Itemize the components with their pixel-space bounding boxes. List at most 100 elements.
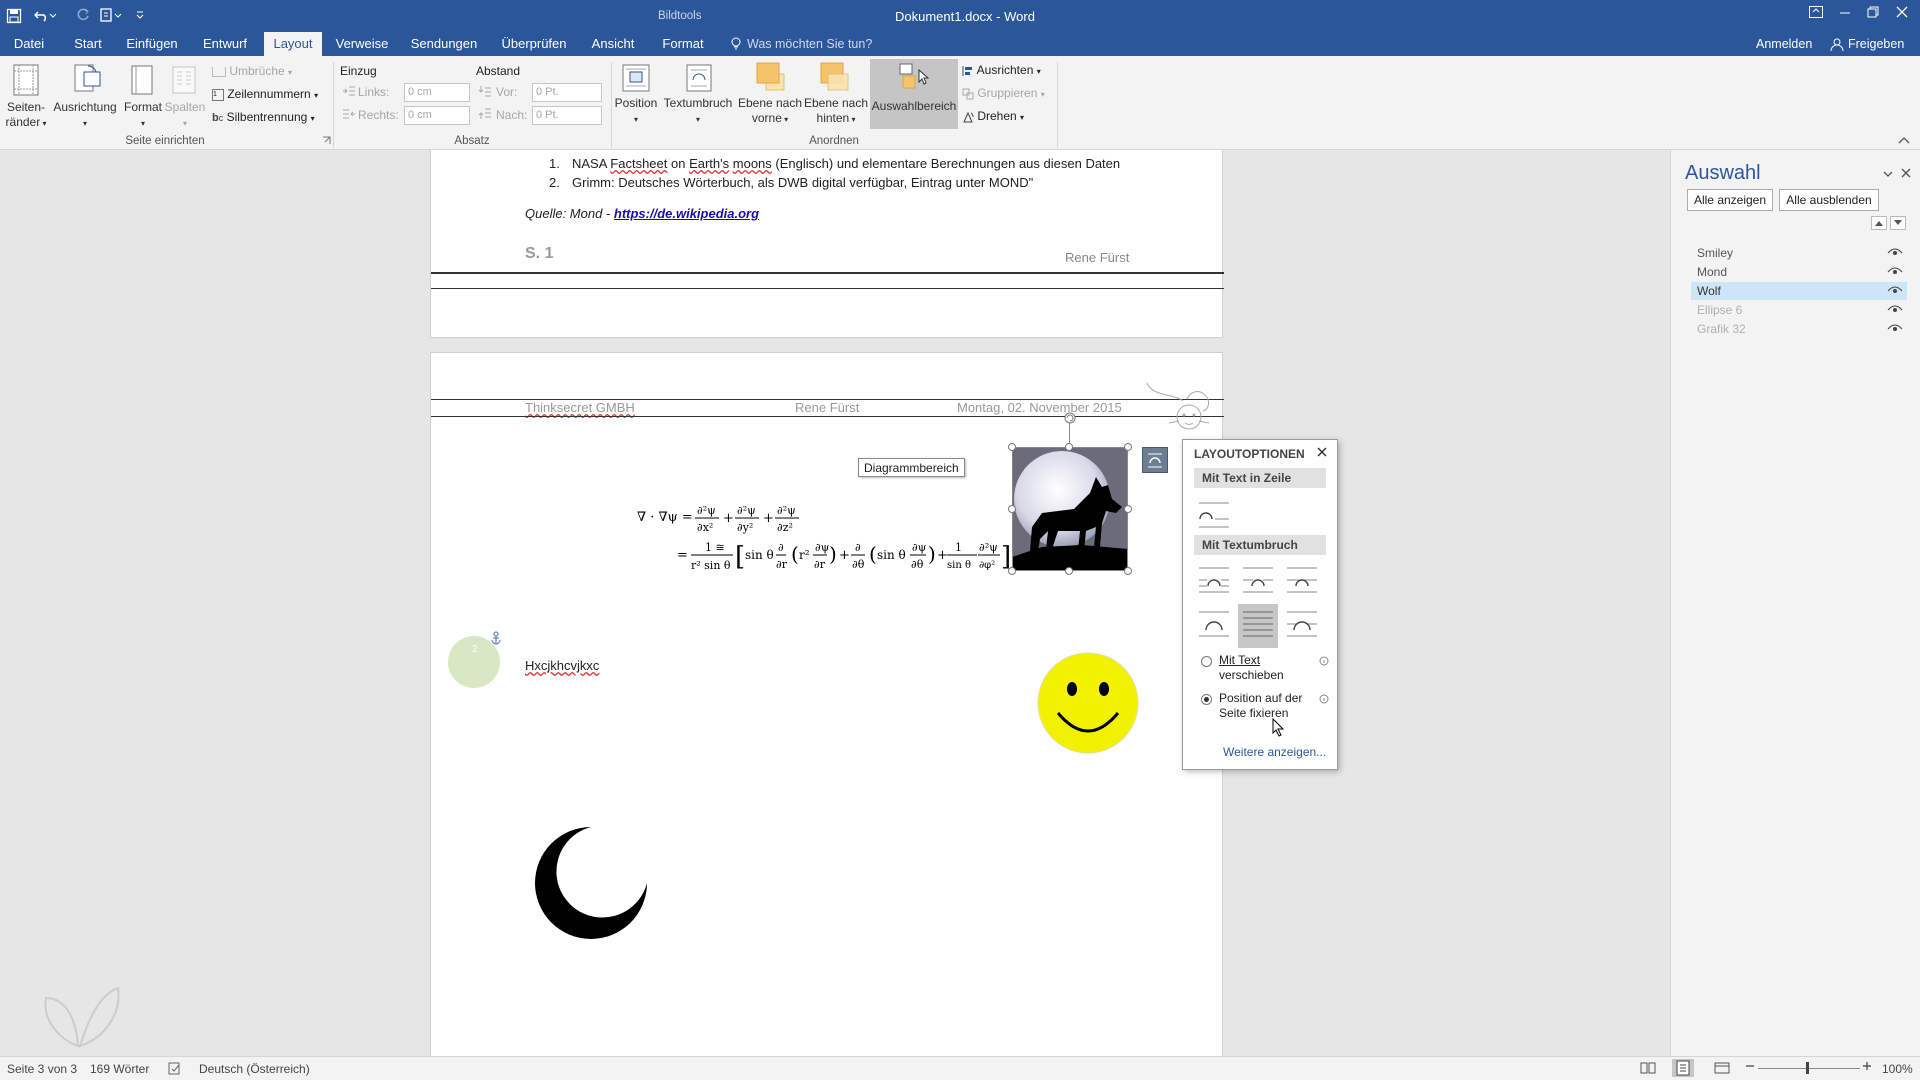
visibility-eye-icon[interactable] xyxy=(1887,304,1903,314)
group-button[interactable]: Gruppieren ▾ xyxy=(962,86,1045,100)
zoom-slider[interactable] xyxy=(1758,1068,1860,1069)
wrap-inline-icon[interactable] xyxy=(1194,495,1234,535)
send-backward-button[interactable]: Ebene nach hinten ▾ xyxy=(802,96,870,127)
tab-sendungen[interactable]: Sendungen xyxy=(406,32,482,56)
resize-handle[interactable] xyxy=(1065,443,1073,451)
print-preview-icon[interactable] xyxy=(99,7,123,23)
source-link[interactable]: https://de.wikipedia.org xyxy=(614,206,759,221)
columns-button[interactable]: Spalten ▾ xyxy=(160,100,210,131)
pane-close-icon[interactable] xyxy=(1900,167,1912,179)
print-layout-icon[interactable] xyxy=(1672,1059,1694,1077)
wrap-behind-text-icon[interactable] xyxy=(1238,604,1278,648)
fix-position-radio[interactable] xyxy=(1201,694,1212,705)
align-button[interactable]: Ausrichten ▾ xyxy=(962,63,1041,77)
orientation-icon[interactable] xyxy=(72,62,102,96)
zoom-level[interactable]: 100% xyxy=(1882,1062,1913,1076)
selection-item-ellipse[interactable]: Ellipse 6 xyxy=(1691,301,1907,319)
visibility-eye-icon[interactable] xyxy=(1887,247,1903,257)
restore-icon[interactable] xyxy=(1866,5,1880,19)
visibility-eye-icon[interactable] xyxy=(1887,266,1903,276)
wrap-tight-icon[interactable] xyxy=(1238,560,1278,600)
smiley-shape[interactable] xyxy=(1036,651,1140,755)
selection-pane-button[interactable]: Auswahlbereich xyxy=(870,59,958,129)
undo-icon[interactable] xyxy=(34,7,56,23)
hide-all-button[interactable]: Alle ausblenden xyxy=(1779,189,1879,211)
resize-handle[interactable] xyxy=(1124,443,1132,451)
moon-shape[interactable] xyxy=(531,821,651,941)
bring-forward-button[interactable]: Ebene nach vorne ▾ xyxy=(736,96,804,127)
resize-handle[interactable] xyxy=(1008,443,1016,451)
line-numbers-button[interactable]: 1 Zeilennummern ▾ xyxy=(212,87,318,101)
save-icon[interactable] xyxy=(6,8,22,24)
tab-einfuegen[interactable]: Einfügen xyxy=(122,32,182,56)
info-icon[interactable] xyxy=(1319,656,1329,666)
signin-link[interactable]: Anmelden xyxy=(1756,37,1812,51)
pane-options-icon[interactable] xyxy=(1883,170,1893,178)
rotate-button[interactable]: Drehen ▾ xyxy=(962,109,1024,123)
resize-handle[interactable] xyxy=(1008,567,1016,575)
word-count[interactable]: 169 Wörter xyxy=(90,1062,149,1076)
page-count[interactable]: Seite 3 von 3 xyxy=(7,1062,77,1076)
margins-icon[interactable] xyxy=(12,64,40,96)
tab-verweise[interactable]: Verweise xyxy=(332,32,392,56)
selection-item-smiley[interactable]: Smiley xyxy=(1691,244,1907,262)
popup-close-icon[interactable] xyxy=(1316,446,1328,458)
minimize-icon[interactable] xyxy=(1838,5,1852,19)
wrap-through-icon[interactable] xyxy=(1282,560,1322,600)
wrap-text-button[interactable]: Textumbruch ▾ xyxy=(658,96,738,127)
spacing-before-input[interactable]: 0 Pt. xyxy=(532,83,602,102)
tab-ueberpruefen[interactable]: Überprüfen xyxy=(496,32,572,56)
tab-datei[interactable]: Datei xyxy=(4,32,54,56)
more-options-link[interactable]: Weitere anzeigen... xyxy=(1223,745,1326,759)
tab-start[interactable]: Start xyxy=(68,32,108,56)
resize-handle[interactable] xyxy=(1124,567,1132,575)
read-mode-icon[interactable] xyxy=(1640,1061,1656,1075)
tab-layout[interactable]: Layout xyxy=(264,32,322,56)
customize-qat-icon[interactable] xyxy=(135,7,145,23)
zoom-in-icon[interactable] xyxy=(1862,1060,1872,1072)
equation[interactable]: ∇ · ∇ψ = ∂²ψ ∂x² + ∂²ψ ∂y² + ∂²ψ ∂z² = 1 ≅ r… xyxy=(635,501,1015,581)
dialog-launcher-icon[interactable] xyxy=(322,136,331,145)
tab-format[interactable]: Format xyxy=(654,32,712,56)
columns-icon[interactable] xyxy=(172,66,196,94)
margins-button[interactable]: Seiten-ränder ▾ xyxy=(0,100,52,131)
close-icon[interactable] xyxy=(1895,5,1909,19)
indent-left-input[interactable]: 0 cm xyxy=(404,83,470,102)
size-icon[interactable] xyxy=(130,64,156,96)
info-icon[interactable] xyxy=(1319,694,1329,704)
resize-handle[interactable] xyxy=(1124,505,1132,513)
move-with-text-radio[interactable] xyxy=(1201,656,1212,667)
visibility-eye-icon[interactable] xyxy=(1887,323,1903,333)
share-button[interactable]: Freigeben xyxy=(1848,37,1904,51)
redo-icon[interactable] xyxy=(76,7,90,23)
wrap-square-icon[interactable] xyxy=(1194,560,1234,600)
rotate-handle-icon[interactable] xyxy=(1063,411,1077,425)
wrap-text-icon[interactable] xyxy=(686,64,712,92)
move-down-icon[interactable] xyxy=(1890,216,1906,230)
send-backward-icon[interactable] xyxy=(820,62,850,92)
tab-ansicht[interactable]: Ansicht xyxy=(584,32,642,56)
selection-item-mond[interactable]: Mond xyxy=(1691,263,1907,281)
position-icon[interactable] xyxy=(622,64,650,92)
wrap-in-front-icon[interactable] xyxy=(1282,604,1322,644)
position-button[interactable]: Position ▾ xyxy=(612,96,660,127)
resize-handle[interactable] xyxy=(1008,505,1016,513)
orientation-button[interactable]: Ausrichtung ▾ xyxy=(50,100,120,131)
zoom-slider-thumb[interactable] xyxy=(1806,1062,1809,1074)
selection-item-grafik[interactable]: Grafik 32 xyxy=(1691,320,1907,338)
wrap-top-bottom-icon[interactable] xyxy=(1194,604,1234,644)
show-all-button[interactable]: Alle anzeigen xyxy=(1687,189,1773,211)
indent-right-input[interactable]: 0 cm xyxy=(404,106,470,125)
resize-handle[interactable] xyxy=(1065,567,1073,575)
hyphenation-button[interactable]: bc Silbentrennung ▾ xyxy=(212,110,315,124)
tell-me-input[interactable]: Was möchten Sie tun? xyxy=(747,37,872,51)
language[interactable]: Deutsch (Österreich) xyxy=(199,1062,310,1076)
breaks-button[interactable]: Umbrüche ▾ xyxy=(212,64,292,78)
spacing-after-input[interactable]: 0 Pt. xyxy=(532,106,602,125)
selection-item-wolf[interactable]: Wolf xyxy=(1691,282,1907,300)
ribbon-display-options-icon[interactable] xyxy=(1808,5,1824,19)
move-up-icon[interactable] xyxy=(1871,216,1887,230)
collapse-ribbon-icon[interactable] xyxy=(1898,136,1910,144)
zoom-out-icon[interactable] xyxy=(1745,1060,1755,1072)
visibility-eye-icon[interactable] xyxy=(1887,285,1903,295)
